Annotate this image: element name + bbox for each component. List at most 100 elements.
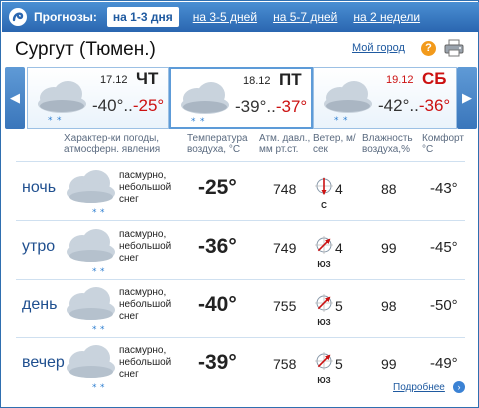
svg-text:*: * (48, 116, 53, 126)
my-city-link[interactable]: Мой город (352, 42, 405, 54)
humidity: 98 (381, 298, 397, 314)
svg-text:*: * (343, 116, 348, 126)
next-days-arrow[interactable]: ▶ (457, 67, 477, 129)
day-temps: -40°..-25° (92, 96, 164, 116)
svg-text:*: * (92, 383, 97, 392)
divider (16, 161, 465, 162)
pressure: 749 (273, 240, 297, 256)
comfort-temp: -45° (430, 239, 458, 256)
day-date: 17.12 (100, 74, 128, 86)
weather-description: пасмурно, небольшой снег (119, 229, 172, 264)
svg-text:*: * (100, 267, 105, 276)
humidity: 99 (381, 356, 397, 372)
chevron-right-icon: ▶ (462, 90, 472, 105)
period-name: день (22, 296, 58, 313)
column-header-pressure: Атм. давл., мм рт.ст. (259, 133, 311, 155)
svg-text:*: * (100, 208, 105, 217)
prev-days-arrow[interactable]: ◀ (5, 67, 25, 129)
comfort-temp: -50° (430, 297, 458, 314)
svg-text:*: * (334, 116, 339, 126)
pressure: 748 (273, 181, 297, 197)
cloud-snow-icon: * * (67, 345, 115, 392)
day-of-week: ЧТ (136, 69, 159, 88)
forecast-widget: Прогнозы: на 1-3 дня на 3-5 дней на 5-7 … (0, 0, 479, 408)
day-selector: ◀ * * 17.12 ЧТ -40°..-25° * * 18.12 ПТ -39… (5, 67, 477, 129)
svg-text:*: * (100, 383, 105, 392)
temperature: -25° (198, 176, 237, 199)
chevron-right-circle-icon[interactable]: › (453, 381, 465, 393)
temp-separator: .. (409, 96, 419, 115)
temp-separator: .. (266, 97, 276, 116)
period-name: вечер (22, 354, 65, 371)
cloud-snow-icon: * * (324, 81, 372, 126)
city-title: Сургут (Тюмен.) (15, 39, 156, 60)
divider (16, 220, 465, 221)
day-date: 18.12 (243, 75, 271, 87)
temperature: -40° (198, 293, 237, 316)
day-of-week: ПТ (279, 70, 302, 89)
day-card[interactable]: * * 19.12 СБ -42°..-36° (313, 67, 457, 129)
wind-direction: ЮЗ (317, 260, 331, 269)
printer-icon[interactable] (444, 39, 464, 57)
day-card-selected[interactable]: * * 18.12 ПТ -39°..-37° (169, 67, 313, 129)
svg-text:*: * (200, 117, 205, 127)
wind-direction: С (321, 201, 327, 210)
wind-speed: 4 (335, 240, 343, 256)
tab-1-3-days[interactable]: на 1-3 дня (106, 7, 179, 27)
wind-direction: ЮЗ (317, 376, 331, 385)
wind-speed: 4 (335, 181, 343, 197)
day-temps: -39°..-37° (235, 97, 307, 117)
tab-5-7-days[interactable]: на 5-7 дней (273, 10, 337, 24)
chevron-left-icon: ◀ (10, 90, 20, 105)
cloud-snow-icon: * * (67, 287, 115, 334)
forecast-label: Прогнозы: (34, 10, 97, 24)
column-header-weather: Характер-ки погоды, атмосферн. явления (64, 133, 161, 155)
logo-icon (9, 8, 27, 26)
more-details-link[interactable]: Подробнее (393, 382, 445, 393)
day-temp-min: -37° (275, 97, 308, 116)
forecast-row: ночь * * пасмурно, небольшой снег -25° 748 С 4 8… (16, 163, 465, 219)
day-temp-min: -25° (132, 96, 165, 115)
wind-compass-icon (315, 236, 333, 254)
period-name: утро (22, 238, 56, 255)
cloud-snow-icon: * * (67, 170, 115, 217)
column-header-humidity: Влажность воздуха,% (362, 133, 413, 155)
svg-text:*: * (92, 267, 97, 276)
comfort-temp: -43° (430, 180, 458, 197)
wind-direction: ЮЗ (317, 318, 331, 327)
svg-text:*: * (191, 117, 196, 127)
day-temp-min: -36° (418, 96, 451, 115)
wind-speed: 5 (335, 356, 343, 372)
day-temp-max: -39° (235, 97, 267, 116)
wind-compass-icon (315, 294, 333, 312)
temperature: -36° (198, 235, 237, 258)
svg-text:*: * (57, 116, 62, 126)
help-icon[interactable]: ? (421, 41, 436, 56)
humidity: 99 (381, 240, 397, 256)
forecast-row: день * * пасмурно, небольшой снег -40° 755 ЮЗ 5… (16, 280, 465, 336)
wind-speed: 5 (335, 298, 343, 314)
column-header-wind: Ветер, м/сек (313, 133, 356, 155)
weather-description: пасмурно, небольшой снег (119, 287, 172, 322)
pressure: 758 (273, 356, 297, 372)
temp-separator: .. (123, 96, 133, 115)
day-card[interactable]: * * 17.12 ЧТ -40°..-25° (27, 67, 169, 129)
weather-description: пасмурно, небольшой снег (119, 170, 172, 205)
tab-2-weeks[interactable]: на 2 недели (353, 10, 420, 24)
svg-text:*: * (92, 325, 97, 334)
cloud-snow-icon: * * (67, 229, 115, 276)
svg-text:*: * (100, 325, 105, 334)
tab-3-5-days[interactable]: на 3-5 дней (193, 10, 257, 24)
day-of-week: СБ (422, 69, 447, 88)
forecast-row: утро * * пасмурно, небольшой снег -36° 749 ЮЗ 4… (16, 222, 465, 278)
day-temp-max: -40° (92, 96, 124, 115)
cloud-snow-icon: * * (38, 81, 86, 126)
temperature: -39° (198, 351, 237, 374)
cloud-snow-icon: * * (181, 82, 229, 127)
forecast-header-bar: Прогнозы: на 1-3 дня на 3-5 дней на 5-7 … (2, 2, 479, 32)
wind-compass-icon (315, 177, 333, 195)
pressure: 755 (273, 298, 297, 314)
column-header-comfort: Комфорт °С (422, 133, 464, 155)
day-temp-max: -42° (378, 96, 410, 115)
wind-compass-icon (315, 352, 333, 370)
